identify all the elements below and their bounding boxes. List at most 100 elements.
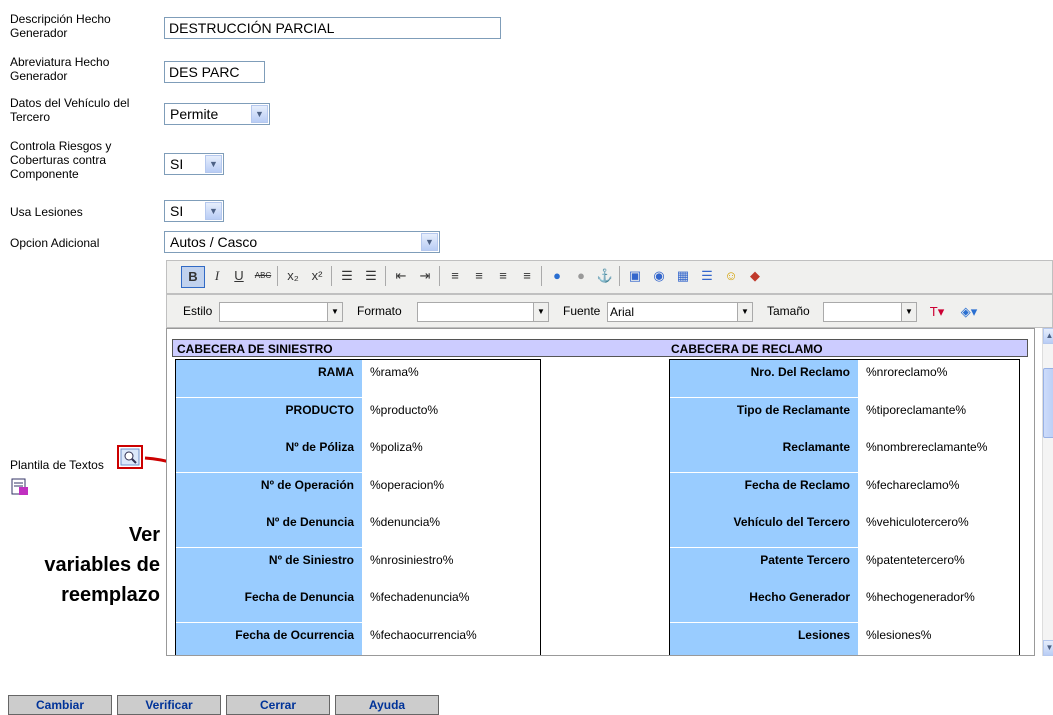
- formato-label: Formato: [357, 304, 402, 318]
- chevron-down-icon[interactable]: ▼: [533, 303, 548, 321]
- row-label: Nº de Póliza: [176, 435, 362, 472]
- callout-text: Ver variables de reemplazo: [0, 520, 160, 610]
- row-value: %nombrereclamante%: [866, 440, 988, 454]
- descripcion-input[interactable]: DESTRUCCIÓN PARCIAL: [164, 17, 501, 39]
- tamano-label: Tamaño: [767, 304, 810, 318]
- chevron-down-icon[interactable]: ▼: [327, 303, 342, 321]
- chevron-down-icon[interactable]: ▼: [737, 303, 752, 321]
- datos-vehiculo-label: Datos del Vehículo del Tercero: [10, 96, 130, 124]
- header-siniestro: CABECERA DE SINIESTRO: [177, 342, 333, 356]
- abreviatura-label: Abreviatura Hecho Generador: [10, 55, 110, 83]
- row-value: %vehiculotercero%: [866, 515, 969, 529]
- estilo-select[interactable]: ▼: [219, 302, 343, 322]
- table-icon[interactable]: ▦: [673, 266, 693, 286]
- chevron-down-icon[interactable]: ▼: [901, 303, 916, 321]
- row-label: Fecha de Ocurrencia: [176, 622, 362, 655]
- align-right-icon[interactable]: ≡: [493, 266, 513, 286]
- callout-line-1: Ver: [128, 524, 160, 546]
- align-left-icon[interactable]: ≡: [445, 266, 465, 286]
- row-value: %fechadenuncia%: [370, 590, 470, 604]
- row-label: Fecha de Denuncia: [176, 585, 362, 622]
- estilo-label: Estilo: [183, 304, 213, 318]
- horizontal-rule-icon[interactable]: ☰: [697, 266, 717, 286]
- indent-icon[interactable]: ⇥: [415, 266, 435, 286]
- cambiar-button[interactable]: Cambiar: [8, 695, 112, 715]
- smiley-icon[interactable]: ☺: [721, 266, 741, 286]
- template-icon[interactable]: [11, 478, 29, 496]
- row-value: %nrosiniestro%: [370, 552, 454, 567]
- row-label: RAMA: [176, 360, 362, 397]
- fuente-value: Arial: [610, 305, 635, 319]
- opcion-label: Opcion Adicional: [10, 236, 100, 250]
- ayuda-button[interactable]: Ayuda: [335, 695, 439, 715]
- fuente-label: Fuente: [563, 304, 601, 318]
- text-color-icon[interactable]: T▾: [927, 302, 947, 322]
- lesiones-label: Usa Lesiones: [10, 205, 83, 219]
- formato-select[interactable]: ▼: [417, 302, 549, 322]
- opcion-value: Autos / Casco: [170, 234, 258, 250]
- controla-value: SI: [170, 156, 184, 172]
- cerrar-button[interactable]: Cerrar: [226, 695, 330, 715]
- row-value: %tiporeclamante%: [866, 402, 967, 417]
- italic-icon[interactable]: I: [207, 266, 227, 286]
- controla-select[interactable]: SI ▼: [164, 153, 224, 175]
- lesiones-value: SI: [170, 203, 184, 219]
- row-value: %rama%: [370, 365, 419, 379]
- numbered-list-icon[interactable]: ☰: [337, 266, 357, 286]
- editor-scrollbar[interactable]: ▲ ▼: [1042, 328, 1053, 656]
- fuente-select[interactable]: Arial ▼: [607, 302, 753, 322]
- bold-icon[interactable]: B: [181, 266, 205, 288]
- datos-vehiculo-select[interactable]: Permite ▼: [164, 103, 270, 125]
- row-value: %nroreclamo%: [866, 365, 948, 379]
- link-icon[interactable]: ●: [547, 266, 567, 286]
- row-label: Fecha de Reclamo: [670, 472, 858, 510]
- verificar-button[interactable]: Verificar: [117, 695, 221, 715]
- chevron-down-icon[interactable]: ▼: [251, 105, 268, 123]
- scroll-thumb[interactable]: [1043, 368, 1053, 438]
- row-label: Hecho Generador: [670, 585, 858, 622]
- bullet-list-icon[interactable]: ☰: [361, 266, 381, 286]
- align-center-icon[interactable]: ≡: [469, 266, 489, 286]
- row-label: Reclamante: [670, 435, 858, 472]
- row-label: Nro. Del Reclamo: [670, 360, 858, 397]
- image-icon[interactable]: ▣: [625, 266, 645, 286]
- flash-icon[interactable]: ◉: [649, 266, 669, 286]
- scroll-down-icon[interactable]: ▼: [1043, 640, 1053, 656]
- rich-text-editor[interactable]: B I U ABC x₂ x² ☰ ☰ ⇤ ⇥ ≡ ≡ ≡ ≡ ● ● ⚓ ▣ …: [166, 260, 1053, 660]
- row-value: %patentetercero%: [866, 552, 965, 567]
- background-color-icon[interactable]: ◈▾: [959, 302, 979, 322]
- row-label: Lesiones: [670, 622, 858, 655]
- editor-toolbar-row-2: Estilo ▼ Formato ▼ Fuente Arial ▼ Tamaño …: [166, 294, 1053, 328]
- subscript-icon[interactable]: x₂: [283, 266, 303, 286]
- editor-content[interactable]: CABECERA DE SINIESTRO CABECERA DE RECLAM…: [166, 328, 1035, 656]
- align-justify-icon[interactable]: ≡: [517, 266, 537, 286]
- outdent-icon[interactable]: ⇤: [391, 266, 411, 286]
- superscript-icon[interactable]: x²: [307, 266, 327, 286]
- chevron-down-icon[interactable]: ▼: [205, 202, 222, 220]
- tamano-select[interactable]: ▼: [823, 302, 917, 322]
- editor-toolbar-row-1: B I U ABC x₂ x² ☰ ☰ ⇤ ⇥ ≡ ≡ ≡ ≡ ● ● ⚓ ▣ …: [166, 260, 1053, 294]
- row-value: %producto%: [370, 402, 439, 417]
- callout-line-2: variables de: [44, 554, 160, 576]
- header-reclamo: CABECERA DE RECLAMO: [671, 342, 823, 356]
- special-char-icon[interactable]: ◆: [745, 266, 765, 286]
- anchor-icon[interactable]: ⚓: [595, 266, 615, 286]
- lesiones-select[interactable]: SI ▼: [164, 200, 224, 222]
- chevron-down-icon[interactable]: ▼: [205, 155, 222, 173]
- underline-icon[interactable]: U: [229, 266, 249, 286]
- opcion-select[interactable]: Autos / Casco ▼: [164, 231, 440, 253]
- descripcion-label: Descripción Hecho Generador: [10, 12, 111, 40]
- scroll-up-icon[interactable]: ▲: [1043, 328, 1053, 344]
- row-label: Vehículo del Tercero: [670, 510, 858, 547]
- callout-line-3: reemplazo: [61, 584, 160, 606]
- row-label: Patente Tercero: [670, 547, 858, 585]
- abreviatura-input[interactable]: DES PARC: [164, 61, 265, 83]
- row-value: %denuncia%: [370, 515, 441, 529]
- unlink-icon[interactable]: ●: [571, 266, 591, 286]
- strikethrough-icon[interactable]: ABC: [253, 266, 273, 286]
- chevron-down-icon[interactable]: ▼: [421, 233, 438, 251]
- magnifier-icon: [120, 448, 140, 466]
- row-value: %poliza%: [370, 440, 423, 454]
- row-label: Nº de Denuncia: [176, 510, 362, 547]
- row-value: %fechareclamo%: [866, 477, 960, 492]
